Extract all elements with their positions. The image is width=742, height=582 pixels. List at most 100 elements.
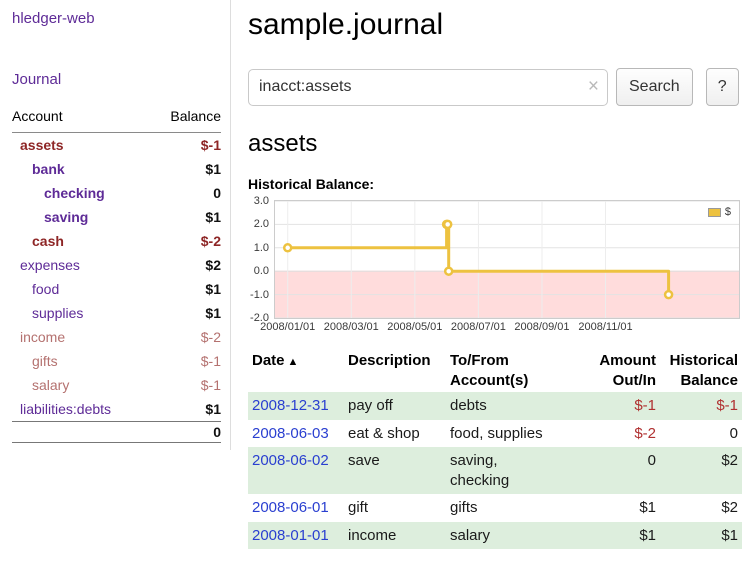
account-row: saving $1 xyxy=(12,205,221,229)
register-description: income xyxy=(344,522,446,550)
register-date-link[interactable]: 2008-01-01 xyxy=(248,522,344,550)
account-row: cash$-2 xyxy=(12,229,221,253)
account-balance: $1 xyxy=(205,209,221,225)
y-tick-label: 3.0 xyxy=(254,195,269,207)
account-row: liabilities:debts $1 xyxy=(12,397,221,421)
accounts-header-balance: Balance xyxy=(170,108,221,124)
y-tick-label: 2.0 xyxy=(254,218,269,230)
register-description: eat & shop xyxy=(344,420,446,448)
accounts-total-value: 0 xyxy=(213,424,221,440)
brand-link[interactable]: hledger-web xyxy=(12,10,221,27)
register-date-link[interactable]: 2008-12-31 xyxy=(248,392,344,420)
account-link[interactable]: gifts xyxy=(12,353,58,369)
account-link[interactable]: saving xyxy=(12,209,88,225)
register-accounts: food, supplies xyxy=(446,420,582,448)
chart-plot-svg xyxy=(275,201,739,318)
chart-x-axis: 2008/01/012008/03/012008/05/012008/07/01… xyxy=(248,319,742,335)
register-date-link[interactable]: 2008-06-03 xyxy=(248,420,344,448)
column-header-description: Description xyxy=(344,349,446,392)
account-balance: 0 xyxy=(213,185,221,201)
search-input[interactable] xyxy=(248,69,608,106)
account-link[interactable]: checking xyxy=(12,185,105,201)
account-row: assets $-1 xyxy=(12,133,221,157)
search-button[interactable]: Search xyxy=(616,68,693,106)
y-tick-label: 1.0 xyxy=(254,242,269,254)
accounts-table-header: Account Balance xyxy=(12,108,221,133)
account-link[interactable]: expenses xyxy=(12,257,80,273)
search-box: × xyxy=(248,69,608,106)
register-row: 2008-01-01incomesalary$1$1 xyxy=(248,522,742,550)
x-tick-label: 2008/11/01 xyxy=(578,321,632,333)
register-balance: $2 xyxy=(660,494,742,522)
page-title: sample.journal xyxy=(248,8,742,42)
account-row: salary$-1 xyxy=(12,373,221,397)
register-accounts: salary xyxy=(446,522,582,550)
account-row: expenses $2 xyxy=(12,253,221,277)
account-row: checking 0 xyxy=(12,181,221,205)
register-date-link[interactable]: 2008-06-02 xyxy=(248,447,344,494)
account-link[interactable]: bank xyxy=(12,161,65,177)
column-header-balance: Historical Balance xyxy=(660,349,742,392)
register-balance: $-1 xyxy=(660,392,742,420)
register-amount: 0 xyxy=(582,447,660,494)
account-row: gifts $-1 xyxy=(12,349,221,373)
sort-asc-icon: ▲ xyxy=(288,356,299,368)
account-link[interactable]: assets xyxy=(12,137,64,153)
account-row: food $1 xyxy=(12,277,221,301)
chart-title: Historical Balance: xyxy=(248,176,742,192)
x-tick-label: 2008/07/01 xyxy=(451,321,506,333)
column-header-accounts: To/From Account(s) xyxy=(446,349,582,392)
register-row: 2008-06-01giftgifts$1$2 xyxy=(248,494,742,522)
register-row: 2008-12-31pay offdebts$-1$-1 xyxy=(248,392,742,420)
account-row: supplies $1 xyxy=(12,301,221,325)
x-tick-label: 2008/03/01 xyxy=(324,321,379,333)
x-tick-label: 2008/05/01 xyxy=(387,321,442,333)
balance-chart: 3.02.01.00.0-1.0-2.0 $ 2008/01/012008/03… xyxy=(248,200,742,335)
legend-label: $ xyxy=(725,206,731,218)
register-date-link[interactable]: 2008-06-01 xyxy=(248,494,344,522)
account-balance: $1 xyxy=(205,401,221,417)
register-accounts: debts xyxy=(446,392,582,420)
date-header-label: Date xyxy=(252,352,285,369)
accounts-header-account: Account xyxy=(12,108,63,124)
account-link[interactable]: liabilities:debts xyxy=(12,401,111,417)
account-link[interactable]: food xyxy=(12,281,59,297)
help-button[interactable]: ? xyxy=(706,68,739,106)
accounts-table-body: assets$-1bank$1checking0saving$1cash$-2e… xyxy=(12,133,221,421)
y-tick-label: -1.0 xyxy=(250,289,269,301)
account-row: income$-2 xyxy=(12,325,221,349)
chart-y-axis: 3.02.01.00.0-1.0-2.0 xyxy=(248,200,274,319)
account-balance: $1 xyxy=(205,281,221,297)
account-link[interactable]: cash xyxy=(12,233,64,249)
x-tick-label: 2008/09/01 xyxy=(514,321,569,333)
register-balance: $1 xyxy=(660,522,742,550)
account-heading: assets xyxy=(248,130,742,158)
account-row: bank $1 xyxy=(12,157,221,181)
y-tick-label: 0.0 xyxy=(254,265,269,277)
chart-legend: $ xyxy=(706,205,733,219)
register-amount: $1 xyxy=(582,494,660,522)
clear-search-icon[interactable]: × xyxy=(588,76,599,98)
account-link[interactable]: income xyxy=(12,329,65,345)
register-header-row: Date▲ Description To/From Account(s) Amo… xyxy=(248,349,742,392)
register-table: Date▲ Description To/From Account(s) Amo… xyxy=(248,349,742,549)
main-content: sample.journal × Search ? assets Histori… xyxy=(248,0,742,549)
accounts-total-row: 0 xyxy=(12,421,221,443)
register-description: pay off xyxy=(344,392,446,420)
account-balance: $-1 xyxy=(201,353,221,369)
account-link[interactable]: supplies xyxy=(12,305,83,321)
account-link[interactable]: salary xyxy=(12,377,69,393)
account-balance: $-1 xyxy=(201,137,221,153)
nav-journal-link[interactable]: Journal xyxy=(12,71,221,88)
register-balance: 0 xyxy=(660,420,742,448)
register-accounts: saving, checking xyxy=(446,447,582,494)
column-header-date[interactable]: Date▲ xyxy=(248,349,344,392)
register-row: 2008-06-02savesaving, checking0$2 xyxy=(248,447,742,494)
register-description: gift xyxy=(344,494,446,522)
register-amount: $-2 xyxy=(582,420,660,448)
account-balance: $2 xyxy=(205,257,221,273)
register-row: 2008-06-03eat & shopfood, supplies$-20 xyxy=(248,420,742,448)
account-balance: $1 xyxy=(205,161,221,177)
column-header-amount: Amount Out/In xyxy=(582,349,660,392)
account-balance: $1 xyxy=(205,305,221,321)
